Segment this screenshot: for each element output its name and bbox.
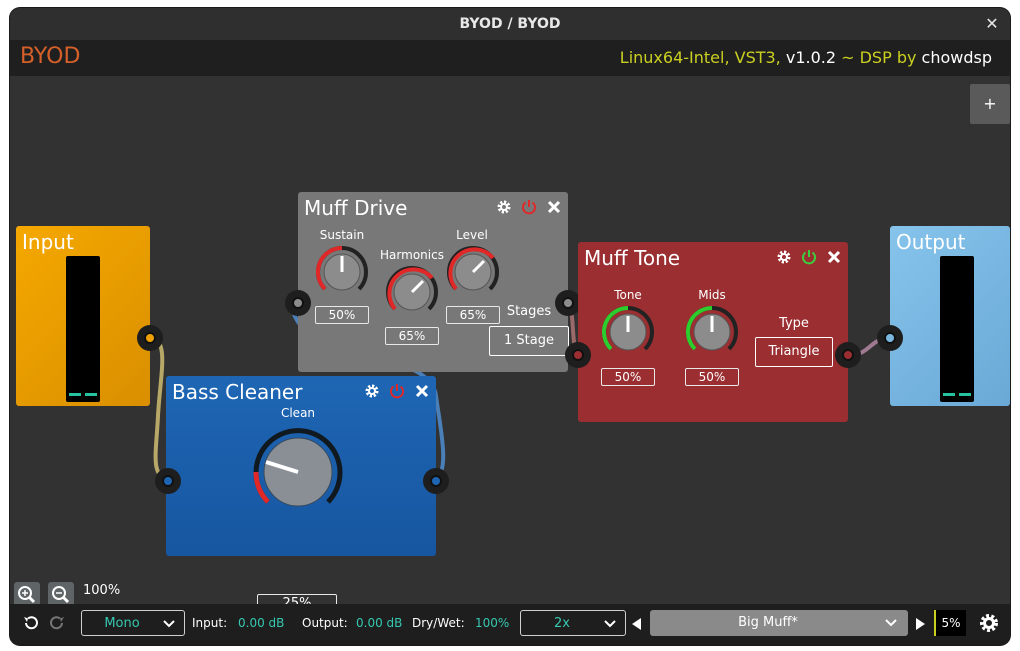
power-icon[interactable]	[388, 382, 406, 400]
muff-tone-out-port-dot	[842, 349, 854, 361]
close-module-icon[interactable]	[546, 199, 562, 215]
output-level-meter	[940, 256, 974, 402]
chevron-down-icon	[163, 620, 175, 628]
output-in-port-dot	[884, 332, 896, 344]
muff-tone-controls	[776, 248, 842, 266]
harmonics-knob[interactable]	[384, 264, 440, 320]
muff-tone-title: Muff Tone	[584, 246, 681, 270]
sustain-label: Sustain	[319, 228, 365, 242]
channel-mode-value: Mono	[104, 616, 140, 631]
preset-select[interactable]: Big Muff*	[650, 610, 908, 636]
bass-cleaner-module[interactable]: Bass Cleaner Clean 25%	[166, 376, 436, 614]
board-canvas[interactable]: + Input Output Muff Drive Sustain 50% Ha…	[10, 76, 1010, 614]
level-value[interactable]: 65%	[446, 306, 500, 324]
clean-knob[interactable]	[248, 422, 348, 522]
muff-drive-module[interactable]: Muff Drive Sustain 50% Harmonics 65% Lev…	[298, 192, 569, 372]
channel-mode-select[interactable]: Mono	[81, 610, 185, 636]
bass-cleaner-out-port[interactable]	[423, 468, 449, 494]
output-in-port[interactable]	[877, 325, 903, 351]
cpu-meter: 5%	[934, 610, 966, 636]
output-title: Output	[896, 230, 966, 254]
author-text: chowdsp	[921, 48, 992, 67]
bass-cleaner-controls	[364, 382, 430, 400]
muff-tone-out-port[interactable]	[835, 342, 861, 368]
sustain-knob[interactable]	[314, 244, 370, 300]
close-module-icon[interactable]	[414, 383, 430, 399]
type-select[interactable]: Triangle	[755, 337, 833, 367]
output-module[interactable]: Output	[890, 226, 1010, 406]
bass-cleaner-in-port[interactable]	[155, 468, 181, 494]
output-meter-bar-left	[943, 393, 955, 396]
muff-drive-out-port-dot	[562, 297, 574, 309]
tone-knob[interactable]	[600, 304, 656, 360]
tone-value[interactable]: 50%	[601, 368, 655, 386]
chevron-down-icon	[885, 619, 897, 627]
input-module[interactable]: Input	[16, 226, 150, 406]
output-meter-bar-right	[959, 393, 971, 396]
plugin-window: BYOD / BYOD ✕ BYOD Linux64-Intel, VST3, …	[10, 8, 1010, 645]
gear-icon[interactable]	[496, 199, 512, 215]
bass-cleaner-title: Bass Cleaner	[172, 380, 303, 404]
settings-gear-icon[interactable]	[978, 612, 1000, 634]
input-gain-value[interactable]: 0.00 dB	[238, 616, 284, 630]
output-gain-label: Output:	[302, 616, 348, 630]
oversampling-value: 2x	[554, 616, 570, 631]
dsp-by-text: ~ DSP by	[836, 48, 922, 67]
chevron-down-icon	[604, 620, 616, 628]
mids-label: Mids	[698, 288, 726, 302]
type-label: Type	[779, 316, 809, 331]
bass-cleaner-out-port-dot	[430, 475, 442, 487]
gear-icon[interactable]	[364, 383, 380, 399]
window-title: BYOD / BYOD	[459, 16, 561, 32]
muff-tone-module[interactable]: Muff Tone Tone 50% Mids 50% Type Triangl…	[578, 242, 848, 422]
build-prefix: Linux64-Intel, VST3,	[619, 48, 786, 67]
build-info: Linux64-Intel, VST3, v1.0.2 ~ DSP by cho…	[620, 48, 992, 67]
dry-wet-label: Dry/Wet:	[412, 616, 465, 630]
level-knob[interactable]	[445, 244, 501, 300]
input-title: Input	[22, 230, 74, 254]
preset-name: Big Muff*	[738, 615, 798, 630]
next-preset-icon[interactable]	[916, 618, 925, 630]
input-meter-bar-left	[69, 393, 81, 396]
close-module-icon[interactable]	[826, 249, 842, 265]
harmonics-value[interactable]: 65%	[385, 327, 439, 345]
clean-label: Clean	[280, 406, 316, 420]
redo-icon[interactable]	[48, 614, 66, 632]
version-text: v1.0.2	[785, 48, 837, 67]
title-bar: BYOD / BYOD ✕	[10, 8, 1010, 40]
input-out-port-dot	[144, 332, 156, 344]
mids-knob[interactable]	[684, 304, 740, 360]
header-bar: BYOD Linux64-Intel, VST3, v1.0.2 ~ DSP b…	[10, 40, 1010, 76]
oversampling-select[interactable]: 2x	[520, 610, 626, 636]
gear-icon[interactable]	[776, 249, 792, 265]
stages-label: Stages	[506, 304, 552, 319]
muff-drive-in-port[interactable]	[285, 290, 311, 316]
input-out-port[interactable]	[137, 325, 163, 351]
undo-icon[interactable]	[22, 614, 40, 632]
muff-tone-in-port[interactable]	[565, 342, 591, 368]
level-label: Level	[456, 228, 488, 242]
bass-cleaner-in-port-dot	[162, 475, 174, 487]
stages-select[interactable]: 1 Stage	[489, 326, 569, 356]
input-level-meter	[66, 256, 100, 402]
muff-drive-controls	[496, 198, 562, 216]
zoom-level: 100%	[83, 583, 121, 598]
mids-value[interactable]: 50%	[685, 368, 739, 386]
previous-preset-icon[interactable]	[632, 618, 641, 630]
input-meter-bar-right	[85, 393, 97, 396]
input-gain-label: Input:	[192, 616, 228, 630]
output-gain-value[interactable]: 0.00 dB	[356, 616, 402, 630]
app-name: BYOD	[20, 44, 81, 69]
dry-wet-value[interactable]: 100%	[475, 616, 509, 630]
close-icon[interactable]: ✕	[982, 8, 1002, 40]
muff-drive-in-port-dot	[292, 297, 304, 309]
harmonics-label: Harmonics	[380, 248, 444, 262]
power-icon[interactable]	[520, 198, 538, 216]
power-icon[interactable]	[800, 248, 818, 266]
muff-drive-title: Muff Drive	[304, 196, 408, 220]
sustain-value[interactable]: 50%	[315, 306, 369, 324]
bottom-bar: Mono Input: 0.00 dB Output: 0.00 dB Dry/…	[10, 604, 1010, 645]
muff-tone-in-port-dot	[572, 349, 584, 361]
tone-label: Tone	[614, 288, 642, 302]
